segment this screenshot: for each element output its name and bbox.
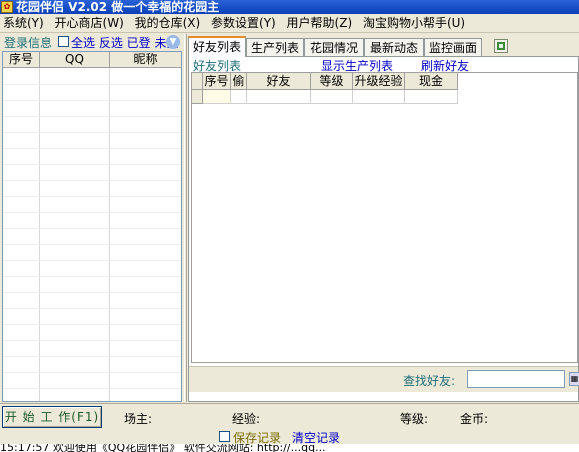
grid-corner (192, 73, 203, 90)
select-all-checkbox[interactable] (58, 36, 69, 47)
menu-settings[interactable]: 参数设置(Y) (208, 14, 280, 33)
tab-production[interactable]: 生产列表 (246, 38, 304, 57)
tab-monitor[interactable]: 监控画面 (424, 38, 482, 57)
grid-cell[interactable] (353, 90, 405, 104)
row-indicator (192, 90, 203, 104)
col-upgrade-exp[interactable]: 升级经验 (353, 73, 405, 90)
grid-line (3, 372, 181, 373)
grid-line (3, 148, 181, 149)
grid-line (3, 292, 181, 293)
app-icon: ✿ (1, 1, 13, 13)
grid-cell[interactable] (405, 90, 458, 104)
panel-splitter[interactable] (184, 34, 187, 402)
grid-line (3, 388, 181, 389)
grid-line (3, 180, 181, 181)
grid-line (3, 100, 181, 101)
find-button-icon[interactable]: ▦ (569, 372, 579, 386)
log-line: 15:17:57 欢迎使用《QQ花园伴侣》 软件交流网站: http://...… (0, 444, 579, 452)
col-qq[interactable]: QQ (40, 52, 110, 68)
menu-my-warehouse[interactable]: 我的仓库(X) (132, 14, 205, 33)
col-cash[interactable]: 现金 (405, 73, 458, 90)
collapse-icon[interactable]: ▼ (166, 35, 180, 49)
grid-cell[interactable] (311, 90, 353, 104)
gold-label: 金币: (460, 412, 489, 426)
col-index[interactable]: 序号 (203, 73, 231, 90)
spreadsheet-icon[interactable] (494, 39, 508, 53)
exp-label: 经验: (232, 412, 261, 426)
tab-friends[interactable]: 好友列表 (188, 36, 246, 57)
grid-line (109, 68, 110, 401)
friends-grid[interactable]: 序号 偷 好友 等级 升级经验 现金 (191, 72, 578, 363)
grid-line (3, 132, 181, 133)
find-friend-label: 查找好友: (403, 374, 456, 388)
grid-line (3, 116, 181, 117)
level-label: 等级: (400, 412, 429, 426)
grid-line (3, 308, 181, 309)
col-index[interactable]: 序号 (3, 52, 40, 68)
account-panel-header: 登录信息 全选 反选 已登 未登 ▼ (0, 34, 184, 50)
tab-news[interactable]: 最新动态 (364, 38, 424, 57)
col-nickname[interactable]: 昵称 (110, 52, 181, 68)
friends-sublinks: 好友列表 显示生产列表 刷新好友 (193, 57, 573, 73)
grid-line (3, 324, 181, 325)
start-work-button[interactable]: 开 始 工 作(F1) (2, 406, 102, 428)
col-steal[interactable]: 偷 (231, 73, 247, 90)
log-toolbar: 保存记录 清空记录 (0, 429, 579, 445)
grid-line (3, 228, 181, 229)
account-panel: 登录信息 全选 反选 已登 未登 ▼ 序号 QQ 昵称 (0, 34, 184, 402)
window-title: 花园伴侣 V2.02 做一个幸福的花园主 (16, 0, 220, 14)
col-friend[interactable]: 好友 (247, 73, 311, 90)
menu-help[interactable]: 用户帮助(Z) (284, 14, 357, 33)
grid-line (3, 212, 181, 213)
friends-pane: 好友列表 显示生产列表 刷新好友 序号 偷 好友 等级 升级经验 现金 查找好友… (188, 56, 579, 402)
grid-line (3, 276, 181, 277)
login-info-label: 登录信息 (4, 36, 53, 50)
save-log-checkbox[interactable] (219, 431, 230, 442)
grid-line (3, 244, 181, 245)
menu-taobao-helper[interactable]: 淘宝购物小帮手(U) (360, 14, 469, 33)
account-grid[interactable]: 序号 QQ 昵称 (2, 51, 182, 402)
grid-cell[interactable] (203, 90, 231, 104)
grid-line (3, 260, 181, 261)
grid-line (3, 84, 181, 85)
grid-line (3, 196, 181, 197)
grid-cell[interactable] (231, 90, 247, 104)
grid-line (3, 340, 181, 341)
menu-happy-shop[interactable]: 开心商店(W) (52, 14, 128, 33)
find-friend-bar: 查找好友: ▦ (189, 366, 579, 392)
status-bar: 开 始 工 作(F1) 场主: 经验: 等级: 金币: (0, 403, 579, 432)
owner-label: 场主: (124, 412, 153, 426)
account-grid-header: 序号 QQ 昵称 (3, 52, 181, 68)
grid-line (39, 68, 40, 401)
tab-garden[interactable]: 花园情况 (304, 38, 364, 57)
grid-cell[interactable] (247, 90, 311, 104)
grid-line (3, 164, 181, 165)
grid-line (3, 356, 181, 357)
col-level[interactable]: 等级 (311, 73, 353, 90)
menu-system[interactable]: 系统(Y) (0, 14, 48, 33)
title-bar: ✿ 花园伴侣 V2.02 做一个幸福的花园主 (0, 0, 579, 14)
find-friend-input[interactable] (467, 370, 565, 388)
selection-links[interactable]: 全选 反选 已登 未登 (71, 34, 178, 51)
menu-bar: 系统(Y) 开心商店(W) 我的仓库(X) 参数设置(Y) 用户帮助(Z) 淘宝… (0, 14, 579, 33)
